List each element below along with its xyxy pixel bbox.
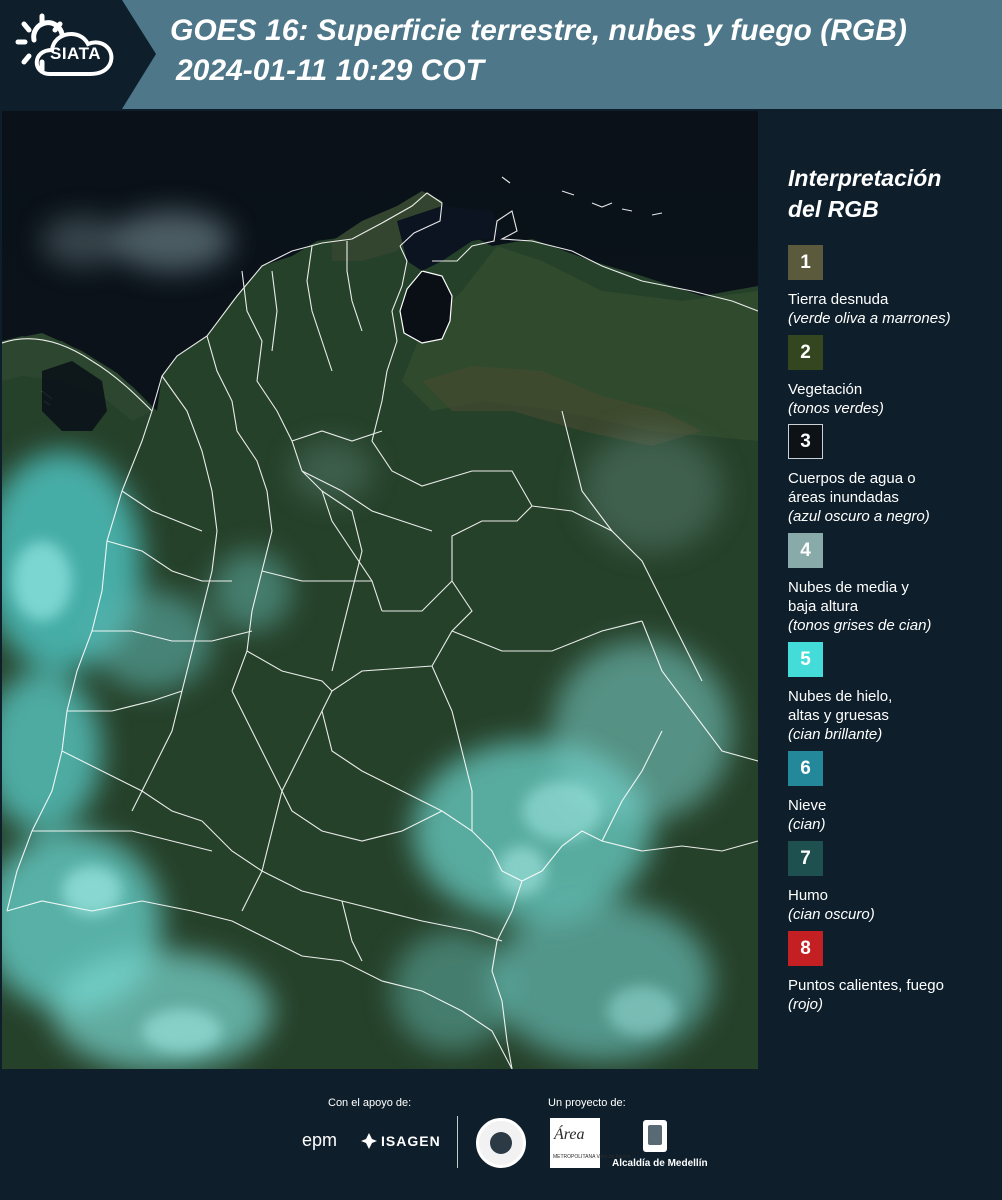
footer: Con el apoyo de: Un proyecto de: epm ISA… xyxy=(0,1069,1002,1200)
siata-logo[interactable]: SIATA xyxy=(0,0,156,109)
legend-item-ice-clouds: 5 Nubes de hielo, altas y gruesas (cian … xyxy=(788,642,998,744)
swatch-4: 4 xyxy=(788,533,823,568)
swatch-5: 5 xyxy=(788,642,823,677)
page-title: GOES 16: Superficie terrestre, nubes y f… xyxy=(170,14,907,47)
legend-label: Puntos calientes, fuego xyxy=(788,977,944,994)
university-seal-icon[interactable] xyxy=(476,1118,526,1168)
legend-item-vegetation: 2 Vegetación (tonos verdes) xyxy=(788,335,998,418)
alcaldia-shield-icon[interactable] xyxy=(643,1120,667,1152)
isagen-icon xyxy=(361,1133,377,1149)
logo-text: SIATA xyxy=(50,44,101,63)
swatch-7: 7 xyxy=(788,841,823,876)
satellite-map[interactable] xyxy=(2,111,758,1069)
header-bar: SIATA GOES 16: Superficie terrestre, nub… xyxy=(0,0,1002,109)
alcaldia-label: Alcaldía de Medellín xyxy=(612,1158,708,1169)
legend-panel: Interpretación del RGB 1 Tierra desnuda … xyxy=(760,111,1002,1069)
legend-label: Cuerpos de agua o xyxy=(788,470,916,487)
legend-item-snow: 6 Nieve (cian) xyxy=(788,751,998,834)
area-metropolitana-logo[interactable]: Área METROPOLITANA Valle de Aburrá xyxy=(550,1118,630,1168)
legend-label-2: altas y gruesas xyxy=(788,707,889,724)
legend-desc: (cian oscuro) xyxy=(788,906,875,923)
legend-title-line2: del RGB xyxy=(788,196,879,222)
legend-desc: (tonos grises de cian) xyxy=(788,617,932,634)
isagen-logo[interactable]: ISAGEN xyxy=(381,1133,441,1149)
legend-title-line1: Interpretación xyxy=(788,165,942,191)
legend-label: Vegetación xyxy=(788,381,863,398)
swatch-2: 2 xyxy=(788,335,823,370)
swatch-6: 6 xyxy=(788,751,823,786)
map-canvas xyxy=(2,111,758,1069)
legend-item-fire: 8 Puntos calientes, fuego (rojo) xyxy=(788,931,998,1014)
legend-item-smoke: 7 Humo (cian oscuro) xyxy=(788,841,998,924)
project-label: Un proyecto de: xyxy=(548,1097,626,1109)
legend-desc: (tonos verdes) xyxy=(788,400,884,417)
epm-logo[interactable]: epm xyxy=(302,1130,337,1151)
legend-desc: (cian) xyxy=(788,816,826,833)
legend-desc: (azul oscuro a negro) xyxy=(788,508,930,525)
page-timestamp: 2024-01-11 10:29 COT xyxy=(176,54,484,87)
swatch-1: 1 xyxy=(788,245,823,280)
legend-label: Humo xyxy=(788,887,829,904)
legend-item-bare-soil: 1 Tierra desnuda (verde oliva a marrones… xyxy=(788,245,998,328)
legend-label: Tierra desnuda xyxy=(788,291,889,308)
legend-label: Nieve xyxy=(788,797,827,814)
legend-label: Nubes de media y xyxy=(788,579,909,596)
swatch-3: 3 xyxy=(788,424,823,459)
legend-label-2: áreas inundadas xyxy=(788,489,899,506)
legend-desc: (cian brillante) xyxy=(788,726,883,743)
swatch-8: 8 xyxy=(788,931,823,966)
support-label: Con el apoyo de: xyxy=(328,1097,412,1109)
legend-item-low-clouds: 4 Nubes de media y baja altura (tonos gr… xyxy=(788,533,998,635)
area-logo-text: Área xyxy=(554,1126,585,1143)
footer-divider xyxy=(457,1116,458,1168)
legend-desc: (verde oliva a marrones) xyxy=(788,310,951,327)
legend-label: Nubes de hielo, xyxy=(788,688,893,705)
legend-title: Interpretación del RGB xyxy=(788,163,941,225)
legend-item-water: 3 Cuerpos de agua o áreas inundadas (azu… xyxy=(788,424,998,526)
legend-desc: (rojo) xyxy=(788,996,824,1013)
legend-label-2: baja altura xyxy=(788,598,859,615)
